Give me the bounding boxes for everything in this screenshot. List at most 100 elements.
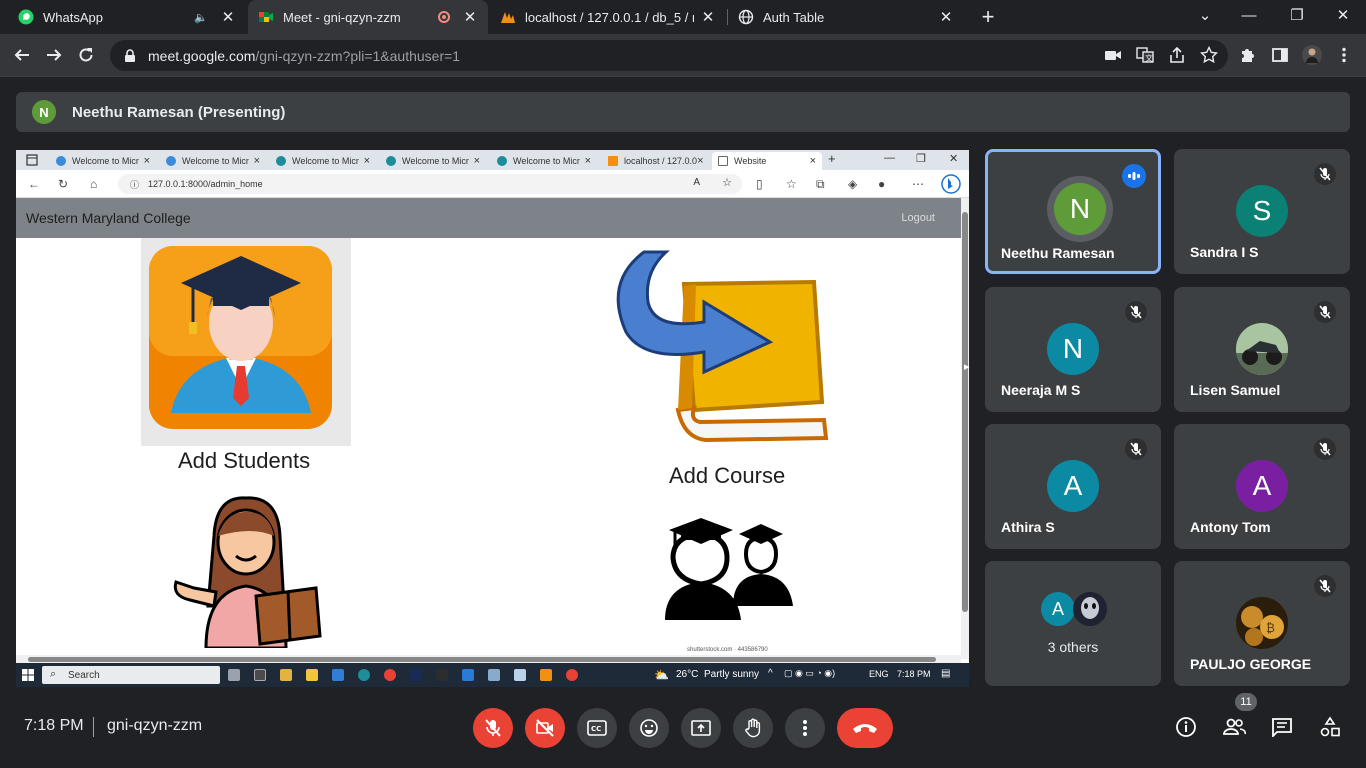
participant-tile[interactable]: N Neethu Ramesan xyxy=(985,149,1161,274)
add-teacher-card[interactable] xyxy=(166,496,326,650)
edge-home-icon[interactable]: ⌂ xyxy=(90,177,97,191)
page-vertical-scrollbar[interactable] xyxy=(961,198,969,659)
mail-icon[interactable] xyxy=(332,669,344,681)
browser-menu-button[interactable] xyxy=(1333,44,1355,66)
participant-tile[interactable]: A Antony Tom xyxy=(1174,424,1350,549)
others-tile[interactable]: A 3 others xyxy=(985,561,1161,686)
edge-back-icon[interactable]: ← xyxy=(28,177,40,191)
app-icon[interactable] xyxy=(488,669,500,681)
reactions-button[interactable] xyxy=(629,708,669,748)
close-window-button[interactable]: ✕ xyxy=(1320,4,1366,28)
security-icon[interactable]: ◈ xyxy=(848,177,857,191)
add-course-label[interactable]: Add Course xyxy=(669,463,785,489)
edge-minimize-icon[interactable]: — xyxy=(884,152,895,164)
present-screen-button[interactable] xyxy=(681,708,721,748)
edge-tab[interactable]: localhost / 127.0.0 × xyxy=(602,152,708,170)
page-horizontal-scrollbar[interactable] xyxy=(16,655,961,663)
read-aloud-icon[interactable]: A xyxy=(693,177,700,188)
edge-close-icon[interactable]: ✕ xyxy=(949,152,958,165)
close-tab-icon[interactable]: ✕ xyxy=(220,8,236,26)
vscode-icon[interactable] xyxy=(462,669,474,681)
star-icon[interactable] xyxy=(1200,46,1218,64)
restore-button[interactable]: ❐ xyxy=(1274,4,1320,28)
tab-auth-table[interactable]: Auth Table ✕ xyxy=(728,0,964,34)
add-course-card[interactable] xyxy=(614,242,839,456)
tray-icons[interactable]: ▢ ◉ ▭ ◔ ◉) xyxy=(784,668,835,679)
side-panel-button[interactable] xyxy=(1269,44,1291,66)
close-tab-icon[interactable]: ✕ xyxy=(462,8,478,26)
tab-meet[interactable]: Meet - gni-qzyn-zzm ✕ xyxy=(248,0,488,34)
app-icon[interactable] xyxy=(410,669,422,681)
task-view-icon[interactable] xyxy=(228,669,240,681)
terminal-icon[interactable] xyxy=(254,669,266,681)
edge-tab[interactable]: Welcome to Micr × xyxy=(160,152,266,170)
participant-tile[interactable]: ₿ PAULJO GEORGE xyxy=(1174,561,1350,686)
camera-toggle-button[interactable] xyxy=(525,708,565,748)
windows-start-icon[interactable] xyxy=(22,669,34,681)
tab-phpmyadmin[interactable]: localhost / 127.0.0.1 / db_5 / mya ✕ xyxy=(490,0,726,34)
participant-tile[interactable]: Lisen Samuel xyxy=(1174,287,1350,412)
file-explorer-icon[interactable] xyxy=(306,669,318,681)
new-tab-button[interactable]: + xyxy=(976,4,1000,30)
close-tab-icon[interactable]: ✕ xyxy=(700,8,716,26)
edge-tab[interactable]: Welcome to Micr × xyxy=(270,152,376,170)
taskbar-search[interactable]: ⌕ Search xyxy=(42,666,220,684)
close-tab-icon[interactable]: ✕ xyxy=(938,8,954,26)
view-students-card[interactable] xyxy=(661,514,796,622)
edge-address-bar[interactable]: ⓘ 127.0.0.1:8000/admin_home A ☆ xyxy=(118,174,742,194)
participant-tile[interactable]: N Neeraja M S xyxy=(985,287,1161,412)
people-button[interactable] xyxy=(1221,714,1247,740)
edge-more-icon[interactable]: ⋯ xyxy=(912,177,924,191)
favorites-icon[interactable]: ☆ xyxy=(786,177,797,191)
participant-tile[interactable]: S Sandra I S xyxy=(1174,149,1350,274)
edge-new-tab-icon[interactable]: + xyxy=(828,151,836,166)
edge-tab[interactable]: Welcome to Micr × xyxy=(380,152,486,170)
captions-button[interactable]: CC xyxy=(577,708,617,748)
microphone-toggle-button[interactable] xyxy=(473,708,513,748)
logout-link[interactable]: Logout xyxy=(901,212,935,224)
raise-hand-button[interactable] xyxy=(733,708,773,748)
add-students-card[interactable] xyxy=(141,238,351,446)
collections-icon[interactable]: ⧉ xyxy=(816,177,825,192)
chrome-taskbar-icon[interactable] xyxy=(384,669,396,681)
app-icon[interactable] xyxy=(540,669,552,681)
add-students-label[interactable]: Add Students xyxy=(178,448,310,474)
keyboard-lang[interactable]: ENG xyxy=(869,669,889,679)
edge-tab-active[interactable]: Website × xyxy=(712,152,822,170)
extensions-button[interactable] xyxy=(1237,44,1259,66)
more-options-button[interactable] xyxy=(785,708,825,748)
translate-icon[interactable]: 文 xyxy=(1136,46,1154,64)
favorite-icon[interactable]: ☆ xyxy=(722,176,732,189)
edge-tab[interactable]: Welcome to Micr × xyxy=(50,152,156,170)
app-icon[interactable] xyxy=(280,669,292,681)
lock-icon[interactable] xyxy=(124,48,136,63)
taskbar-clock[interactable]: 7:18 PM xyxy=(897,669,931,679)
edge-restore-icon[interactable]: ❐ xyxy=(916,152,926,165)
chrome-taskbar-icon[interactable] xyxy=(566,669,578,681)
tab-search-icon[interactable]: ⌄ xyxy=(1182,4,1228,28)
split-screen-icon[interactable]: ▯ xyxy=(756,177,763,191)
chat-button[interactable] xyxy=(1269,714,1295,740)
bing-icon[interactable] xyxy=(941,174,961,194)
tray-chevron-icon[interactable]: ^ xyxy=(768,668,773,679)
profile-avatar[interactable] xyxy=(1301,44,1323,66)
activities-button[interactable] xyxy=(1317,714,1343,740)
reload-button[interactable] xyxy=(75,44,97,66)
notification-icon[interactable]: ▤ xyxy=(941,668,950,679)
site-brand[interactable]: Western Maryland College xyxy=(26,210,191,226)
edge-profile-icon[interactable]: ● xyxy=(878,177,885,191)
meeting-details-button[interactable] xyxy=(1173,714,1199,740)
share-icon[interactable] xyxy=(1168,46,1186,64)
minimize-button[interactable]: — xyxy=(1226,4,1272,28)
cmd-icon[interactable] xyxy=(436,669,448,681)
notepad-icon[interactable] xyxy=(514,669,526,681)
forward-button[interactable] xyxy=(43,44,65,66)
leave-call-button[interactable] xyxy=(837,708,893,748)
back-button[interactable] xyxy=(11,44,33,66)
edge-tab[interactable]: Welcome to Micr × xyxy=(491,152,597,170)
edge-taskbar-icon[interactable] xyxy=(358,669,370,681)
edge-reload-icon[interactable]: ↻ xyxy=(58,177,68,191)
participant-tile[interactable]: A Athira S xyxy=(985,424,1161,549)
address-bar[interactable]: meet.google.com/gni-qzyn-zzm?pli=1&authu… xyxy=(110,40,1228,71)
tab-whatsapp[interactable]: WhatsApp 🔈 ✕ xyxy=(8,0,246,34)
